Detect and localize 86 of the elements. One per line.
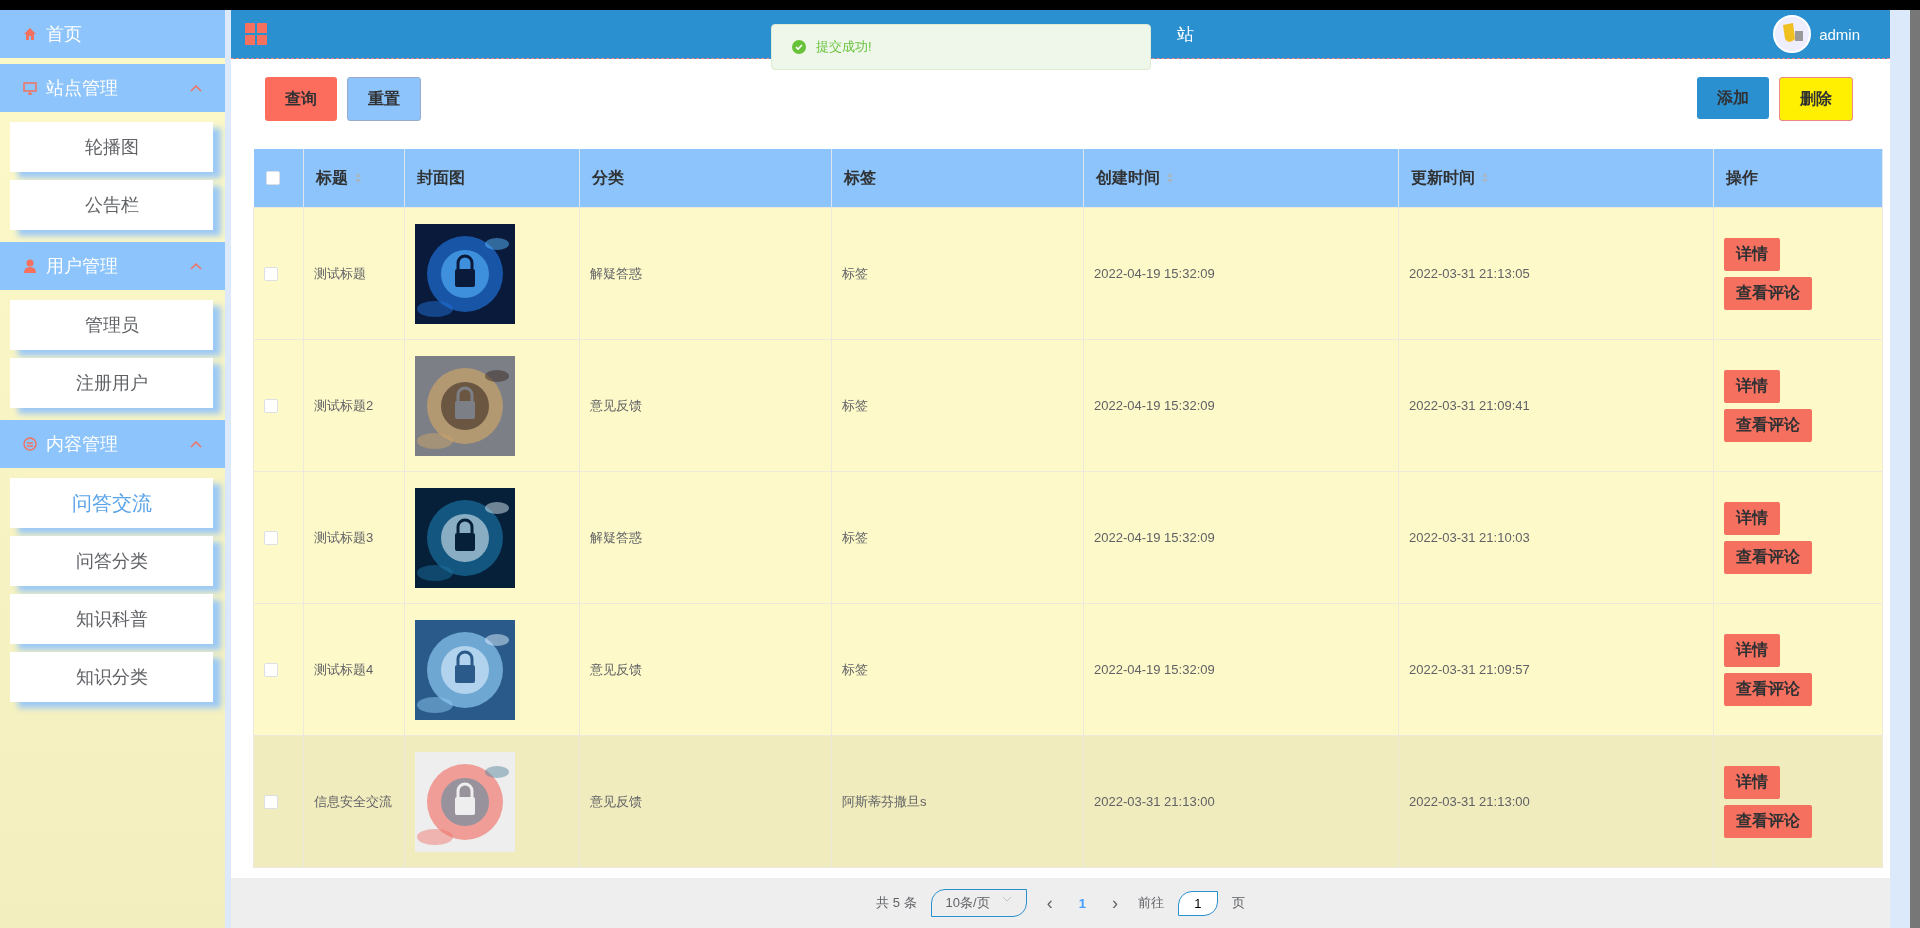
avatar-icon[interactable] [1773, 15, 1812, 53]
goto-page-field[interactable]: 1 [1177, 890, 1218, 916]
query-button[interactable]: 查询 [265, 77, 337, 121]
sort-icon[interactable] [354, 172, 362, 185]
select-all-checkbox[interactable] [265, 171, 280, 185]
comments-button[interactable]: 查看评论 [1724, 804, 1812, 838]
table-cell: 标签 [842, 397, 868, 413]
nav-item[interactable]: 知识科普 [10, 594, 213, 644]
table-cell: 意见反馈 [590, 661, 642, 677]
column-header: 更新时间 [1411, 168, 1475, 186]
table-cell: 2022-04-19 15:32:09 [1094, 398, 1215, 413]
table-cell: 阿斯蒂芬撒旦s [842, 793, 927, 809]
table-cell: 标签 [842, 265, 868, 281]
row-checkbox[interactable] [264, 398, 278, 413]
nav-item[interactable]: 问答分类 [10, 536, 213, 586]
table-cell: 2022-03-31 21:13:05 [1409, 266, 1530, 281]
chevron-icon [189, 261, 203, 271]
table-cell: 解疑答惑 [590, 265, 642, 281]
details-button[interactable]: 详情 [1724, 369, 1780, 403]
comments-button[interactable]: 查看评论 [1724, 408, 1812, 442]
column-header: 封面图 [417, 168, 465, 186]
table-cell: 信息安全交流 [314, 793, 392, 809]
table-cell: 2022-03-31 21:09:57 [1409, 662, 1530, 677]
column-header: 标题 [316, 168, 348, 186]
check-circle-icon [792, 40, 806, 54]
caret-icon [1001, 894, 1012, 904]
table-cell: 标签 [842, 661, 868, 677]
prev-page-button[interactable]: ‹ [1040, 892, 1059, 914]
delete-button[interactable]: 删除 [1779, 77, 1853, 121]
reset-button[interactable]: 重置 [347, 77, 421, 121]
details-button[interactable]: 详情 [1724, 501, 1780, 535]
comments-button[interactable]: 查看评论 [1724, 672, 1812, 706]
goto-label: 前往 [1137, 894, 1164, 912]
details-button[interactable]: 详情 [1724, 633, 1780, 667]
add-button[interactable]: 添加 [1697, 77, 1769, 119]
table-cell: 测试标题 [314, 265, 366, 281]
table-cell: 2022-04-19 15:32:09 [1094, 530, 1215, 545]
details-button[interactable]: 详情 [1724, 765, 1780, 799]
row-checkbox[interactable] [264, 662, 278, 677]
page-size-select[interactable]: 10条/页 [930, 889, 1027, 917]
page-suffix: 页 [1231, 894, 1245, 912]
column-header: 创建时间 [1096, 168, 1160, 186]
toast-message: 提交成功! [816, 38, 872, 56]
row-checkbox[interactable] [264, 794, 278, 809]
comments-button[interactable]: 查看评论 [1724, 276, 1812, 310]
site-title: 站 [1177, 23, 1194, 46]
column-header: 分类 [592, 168, 624, 186]
chevron-icon [189, 83, 203, 93]
table-cell: 标签 [842, 529, 868, 545]
page-number[interactable]: 1 [1072, 895, 1092, 911]
monitor-icon [22, 80, 38, 96]
nav-item[interactable]: 问答交流 [10, 478, 213, 528]
table-cell: 2022-03-31 21:13:00 [1094, 794, 1215, 809]
comments-button[interactable]: 查看评论 [1724, 540, 1812, 574]
table-cell: 2022-04-19 15:32:09 [1094, 662, 1215, 677]
table-cell: 测试标题3 [314, 529, 374, 545]
user-name[interactable]: admin [1819, 25, 1860, 43]
table-cell: 2022-03-31 21:13:00 [1409, 794, 1530, 809]
chat-icon [22, 436, 38, 452]
table-cell: 解疑答惑 [590, 529, 642, 545]
nav-item[interactable]: 注册用户 [10, 358, 213, 408]
table-cell: 2022-03-31 21:09:41 [1409, 398, 1530, 413]
table-cell: 测试标题4 [314, 661, 374, 677]
nav-item[interactable]: 公告栏 [10, 180, 213, 230]
chevron-icon [189, 439, 203, 449]
sort-icon[interactable] [1166, 172, 1174, 185]
table-cell: 意见反馈 [590, 397, 642, 413]
table-cell: 测试标题2 [314, 397, 374, 413]
nav-item[interactable]: 管理员 [10, 300, 213, 350]
table-cell: 2022-03-31 21:10:03 [1409, 530, 1530, 545]
total-count: 共 5 条 [876, 894, 917, 912]
sort-icon[interactable] [1481, 172, 1489, 185]
grid-icon[interactable] [245, 23, 267, 45]
next-page-button[interactable]: › [1105, 892, 1124, 914]
row-checkbox[interactable] [264, 266, 278, 281]
column-header: 操作 [1726, 168, 1758, 186]
table-cell: 2022-04-19 15:32:09 [1094, 266, 1215, 281]
details-button[interactable]: 详情 [1724, 237, 1780, 271]
table-cell: 意见反馈 [590, 793, 642, 809]
row-checkbox[interactable] [264, 530, 278, 545]
nav-item[interactable]: 知识分类 [10, 652, 213, 702]
user-icon [22, 258, 38, 274]
column-header: 标签 [844, 168, 876, 186]
home-icon [22, 26, 38, 42]
scrollbar[interactable] [1910, 10, 1920, 928]
nav-item[interactable]: 轮播图 [10, 122, 213, 172]
